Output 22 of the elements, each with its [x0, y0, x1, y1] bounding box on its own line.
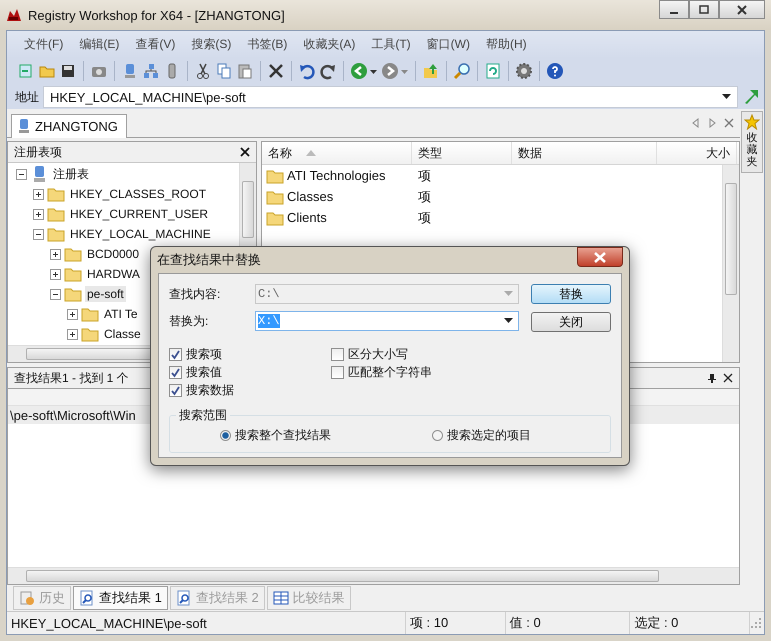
status-text: 选定 : 0 [634, 614, 678, 632]
status-text: HKEY_LOCAL_MACHINE\pe-soft [11, 616, 208, 630]
radio-label: 搜索选定的项目 [447, 427, 531, 444]
radio-label: 搜索整个查找结果 [235, 427, 331, 444]
checkbox-label: 搜索项 [186, 346, 222, 363]
status-text: 值 : 0 [510, 614, 541, 632]
checkbox-label: 搜索数据 [186, 382, 234, 399]
field-label: 查找内容: [169, 286, 222, 302]
checkbox-label: 区分大小写 [348, 346, 408, 363]
status-text: 项 : 10 [410, 614, 448, 632]
address-label: 地址 [15, 88, 39, 106]
panel-title: 注册表项 [14, 144, 62, 160]
table-cell: 项 [418, 188, 431, 206]
dialog-title: 在查找结果中替换 [157, 251, 261, 269]
checkbox-label: 搜索值 [186, 364, 222, 381]
panel-title: 查找结果1 - 找到 1 个 [14, 370, 129, 386]
table-cell: 项 [418, 166, 431, 184]
field-label: 替换为: [169, 312, 210, 330]
table-cell: 项 [418, 208, 431, 226]
group-title: 搜索范围 [176, 406, 230, 424]
window-title: Registry Workshop for X64 - [ZHANGTONG] [28, 8, 285, 22]
checkbox-label: 匹配整个字符串 [348, 364, 432, 381]
